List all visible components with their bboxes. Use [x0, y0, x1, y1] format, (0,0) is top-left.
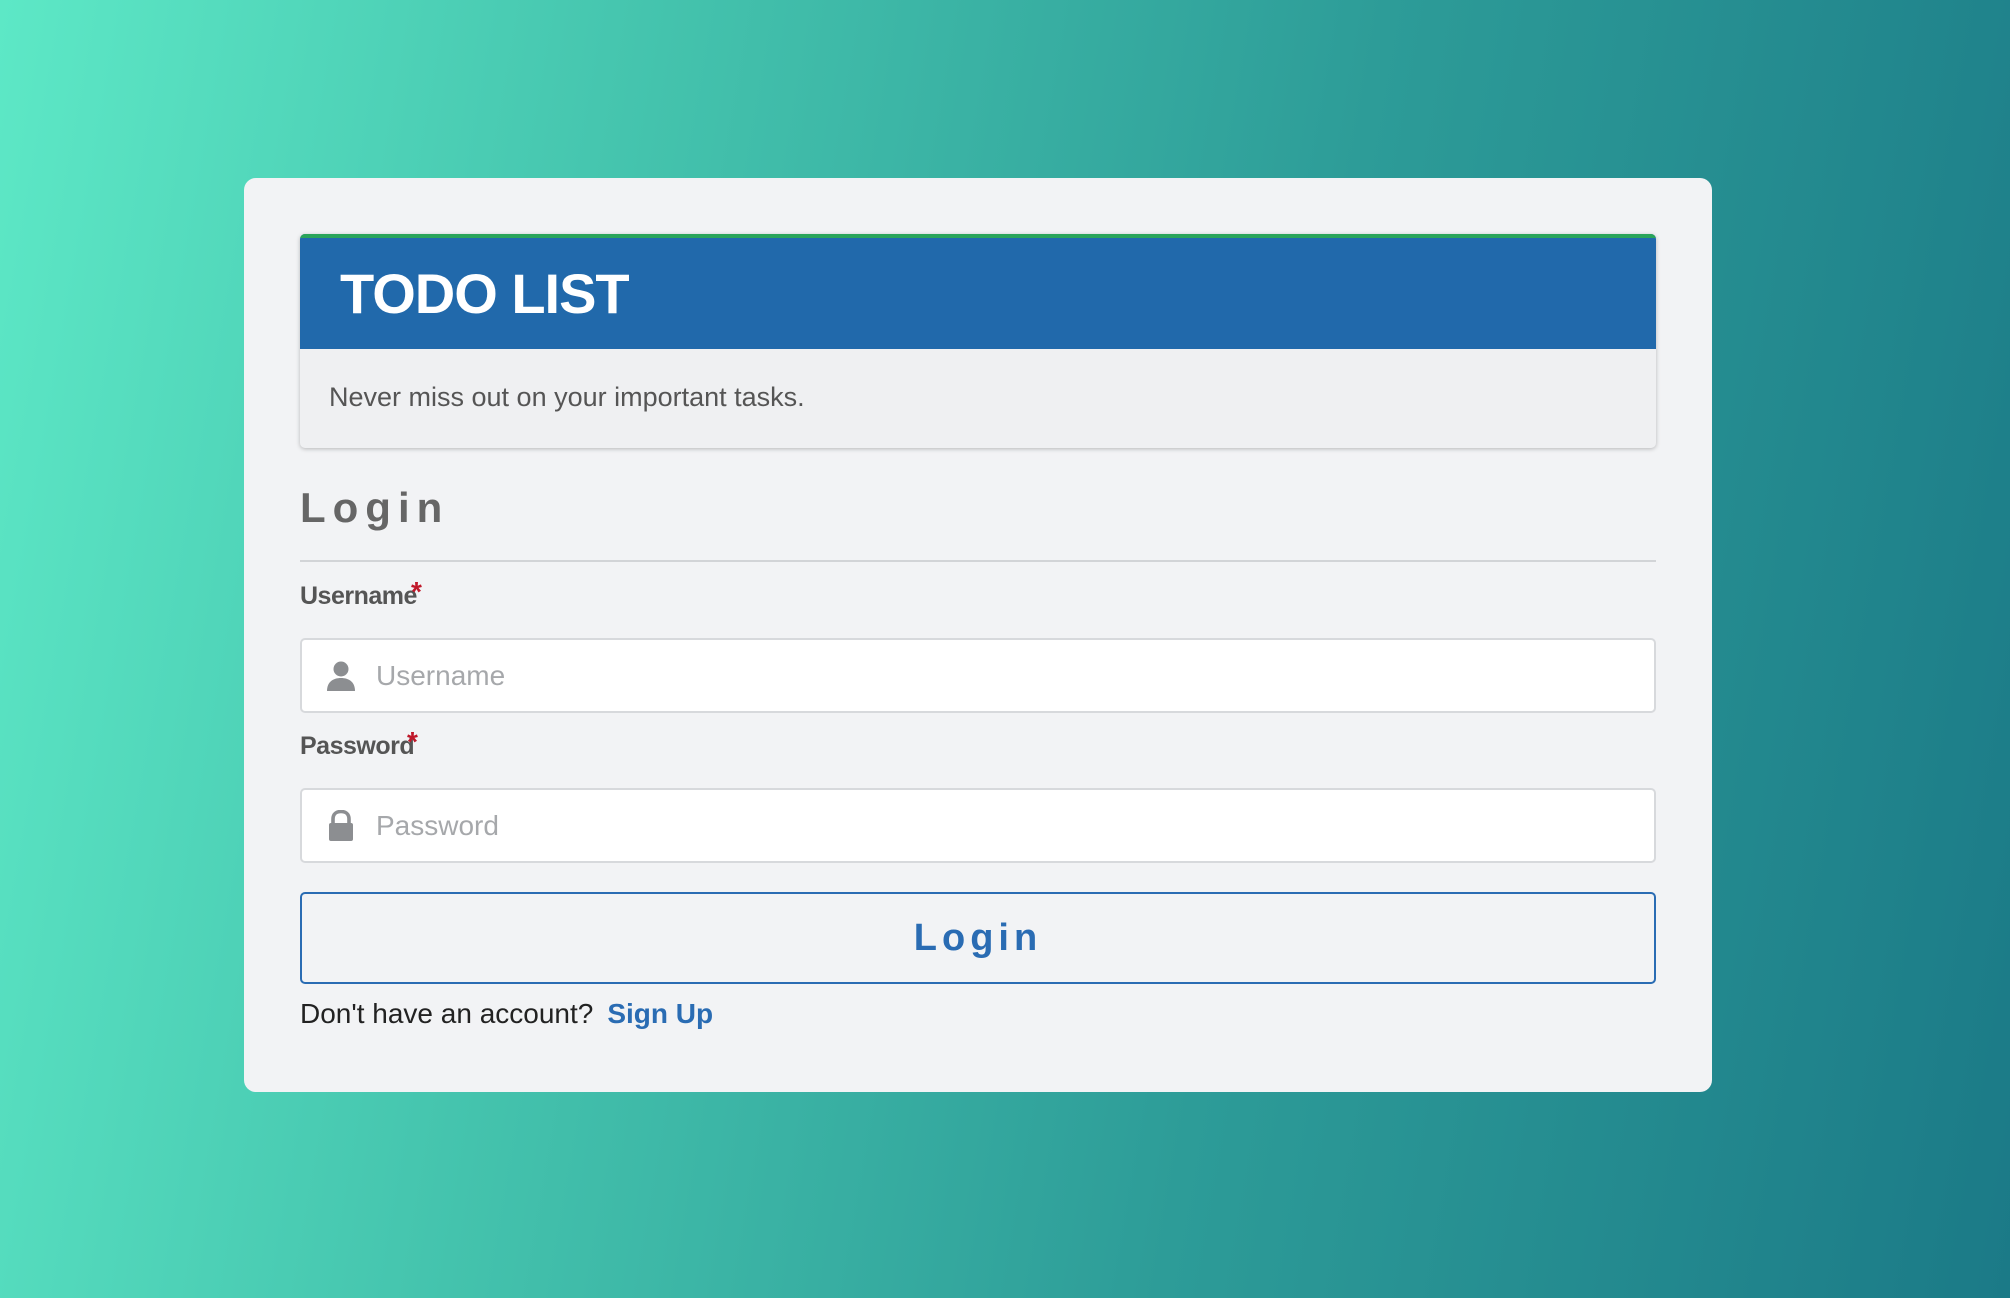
username-field-wrapper [300, 638, 1656, 713]
username-required-marker: * [411, 576, 422, 607]
user-icon [327, 661, 355, 691]
app-title: TODO LIST [340, 262, 630, 325]
login-card: TODO LIST Never miss out on your importa… [244, 178, 1712, 1092]
login-button[interactable]: Login [300, 892, 1656, 984]
signup-link[interactable]: Sign Up [607, 998, 713, 1029]
signup-prompt: Don't have an account? [300, 998, 594, 1029]
username-label: Username [300, 582, 417, 610]
lock-icon [329, 810, 353, 841]
signup-row: Don't have an account? Sign Up [300, 998, 713, 1030]
password-field-wrapper [300, 788, 1656, 863]
app-tagline: Never miss out on your important tasks. [329, 382, 805, 412]
app-header-panel: TODO LIST Never miss out on your importa… [300, 234, 1656, 448]
password-required-marker: * [407, 726, 418, 757]
password-input[interactable] [376, 790, 1636, 861]
app-header-bar: TODO LIST [300, 234, 1656, 349]
login-heading: Login [300, 484, 450, 531]
password-label: Password [300, 732, 415, 760]
heading-divider [300, 560, 1656, 562]
username-input[interactable] [376, 640, 1636, 711]
